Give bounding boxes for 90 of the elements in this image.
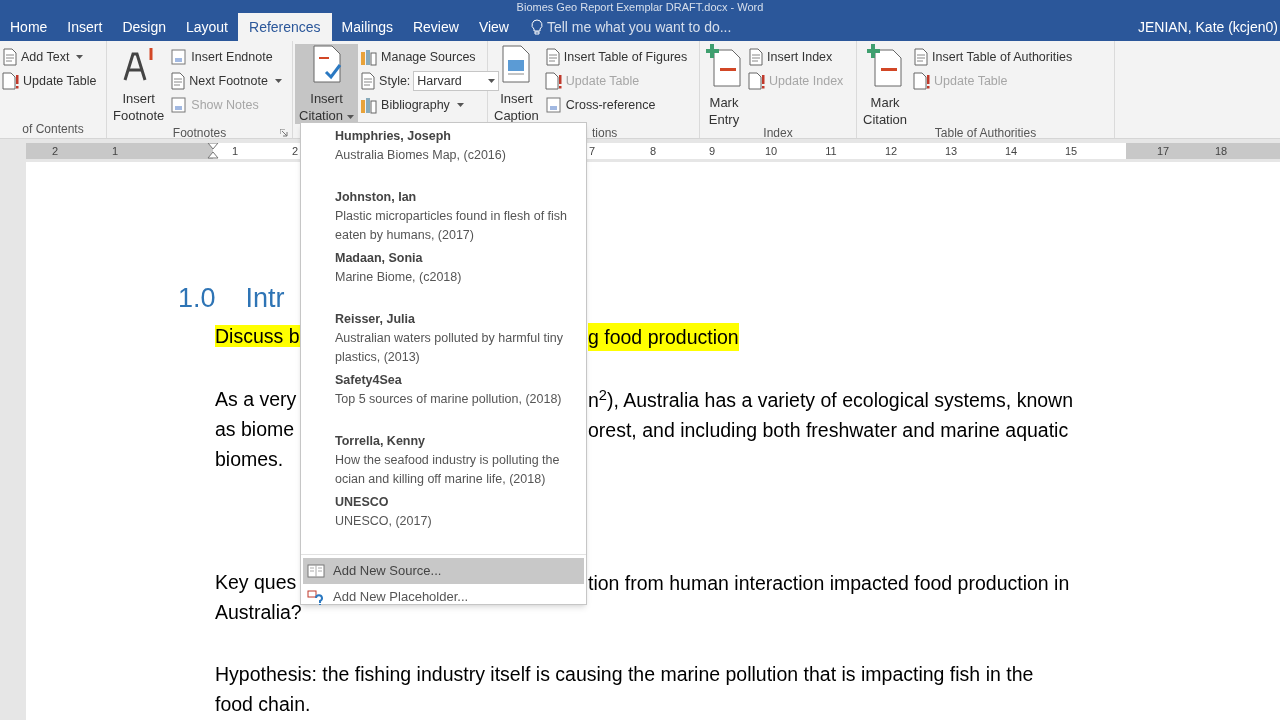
body-text: as biome [215, 418, 295, 441]
menu-item[interactable]: Add New Placeholder... [303, 584, 584, 610]
ribbon-button[interactable]: Insert Endnote [170, 46, 282, 69]
source-item[interactable]: Torrella, Kenny How the seafood industry is polluting the ocian and killing off marine life, (2018) [335, 432, 572, 493]
ruler-number: 2 [291, 144, 299, 160]
document-warning-icon [748, 72, 766, 91]
large-ribbon-button[interactable]: Mark Entry [702, 44, 746, 125]
ruler-number: 1 [111, 144, 119, 160]
ruler-number: 7 [588, 144, 596, 160]
ribbon-button[interactable]: Add Text [2, 46, 97, 69]
ribbon-tab[interactable]: View [468, 13, 519, 42]
ribbon-tab[interactable]: References [238, 13, 332, 42]
dialog-launcher-icon[interactable] [280, 129, 288, 138]
ruler-number: 2 [51, 144, 59, 160]
section-heading: 1.0 Intr [178, 282, 286, 315]
ribbon-button[interactable]: Insert Table of Figures [544, 46, 688, 69]
ribbon-tab[interactable]: Design [112, 13, 176, 42]
body-text: biomes. [215, 448, 284, 471]
caret-icon [456, 103, 464, 108]
document-plus-icon [706, 44, 742, 89]
lightbulb-icon [530, 19, 543, 36]
source-item[interactable]: Madaan, Sonia Marine Biome, (c2018) [335, 249, 572, 310]
style-label: Style: [379, 73, 411, 91]
ruler-number: 14 [1004, 144, 1018, 160]
large-ribbon-button[interactable]: Insert Citation [295, 44, 359, 125]
source-item[interactable]: Reisser, Julia Australian waters polluted by harmful tiny plastics, (2013) [335, 310, 572, 371]
body-text: orest, and including both freshwater and marine aquatic [588, 418, 1069, 443]
indent-marker-icon[interactable] [207, 143, 219, 160]
document-warning-icon [913, 72, 932, 91]
body-text: tion from human interaction impacted food production in [588, 571, 1070, 596]
group-label: Index [763, 125, 793, 143]
ruler-number: 17 [1156, 144, 1170, 160]
group-label: Table of Authorities [934, 125, 1037, 143]
group-label: of Contents [22, 121, 84, 139]
ruler-number: 9 [708, 144, 716, 160]
ribbon-button[interactable]: Insert Index [748, 46, 844, 69]
user-name[interactable]: JENIAN, Kate (kcjen0) [1137, 13, 1280, 42]
group-label: Footnotes [172, 125, 227, 143]
citation-check-icon [310, 44, 343, 85]
caret-icon [274, 79, 282, 84]
source-item[interactable]: UNESCO UNESCO, (2017) [335, 493, 572, 554]
style-dropdown[interactable]: Harvard [413, 71, 500, 92]
document-warning-icon [544, 72, 563, 91]
ribbon-tab[interactable]: Layout [175, 13, 238, 42]
body-text: n$^{2}$), Australia has a variety of ecological systems, known [588, 386, 1074, 413]
source-item[interactable]: Humphries, Joseph Australia Biomes Map, (c2016) [335, 127, 572, 188]
ribbon-tab[interactable]: Insert [57, 13, 113, 42]
menu-item[interactable]: Add New Source... [303, 558, 584, 584]
body-text: As a very [215, 388, 297, 411]
ribbon-button[interactable]: Next Footnote [170, 70, 282, 93]
document-icon [913, 48, 930, 67]
body-text: Discuss b [215, 325, 300, 348]
body-text: food chain. [215, 693, 311, 716]
style-document-icon [360, 72, 377, 91]
ribbon-tab[interactable]: Home [0, 13, 58, 42]
body-text: Key ques [215, 571, 297, 594]
ruler-number: 15 [1064, 144, 1078, 160]
ruler-number: 13 [944, 144, 958, 160]
caret-icon [488, 79, 496, 84]
ribbon-button[interactable]: Insert Table of Authorities [913, 46, 1073, 69]
ruler-number: 8 [649, 144, 657, 160]
body-text: Hypothesis: the fishing industry itself is causing the marine pollution that is impacting fish in the [215, 663, 1034, 686]
caret-icon [76, 55, 84, 60]
tell-me-field[interactable]: Tell me what you want to do... [530, 13, 732, 42]
large-ribbon-button[interactable]: Mark Citation [859, 44, 912, 125]
document-icon [544, 48, 561, 67]
sources-icon [360, 48, 379, 67]
books-icon [360, 96, 379, 115]
ruler-number: 1 [231, 144, 239, 160]
body-text: g food production [588, 323, 739, 351]
group-label: tions [592, 125, 618, 143]
body-text: Australia? [215, 601, 302, 624]
picture-document-icon [500, 44, 533, 85]
large-ribbon-button[interactable]: Insert Footnote [109, 44, 169, 125]
ribbon-tab[interactable]: Mailings [331, 13, 403, 42]
ruler-number: 12 [884, 144, 898, 160]
ribbon-button[interactable]: Cross-reference [544, 94, 688, 117]
window-title: Biomes Geo Report Exemplar DRAFT.docx - Word [516, 1, 764, 14]
source-item[interactable]: Johnston, Ian Plastic microparticles found in flesh of fish eaten by humans, (2017) [335, 188, 572, 249]
caret-icon [347, 114, 355, 119]
scroll-plus-icon [867, 44, 904, 89]
ribbon-button[interactable]: Update Table [2, 70, 97, 93]
ribbon-tab[interactable]: Review [402, 13, 469, 42]
ruler-number: 18 [1214, 144, 1228, 160]
ruler-number: 10 [764, 144, 778, 160]
notes-icon [170, 96, 189, 115]
source-item[interactable]: Safety4Sea Top 5 sources of marine pollution, (2018) [335, 371, 572, 432]
ruler-number: 11 [825, 144, 837, 160]
document-icon [748, 48, 764, 67]
book-icon [307, 564, 325, 578]
